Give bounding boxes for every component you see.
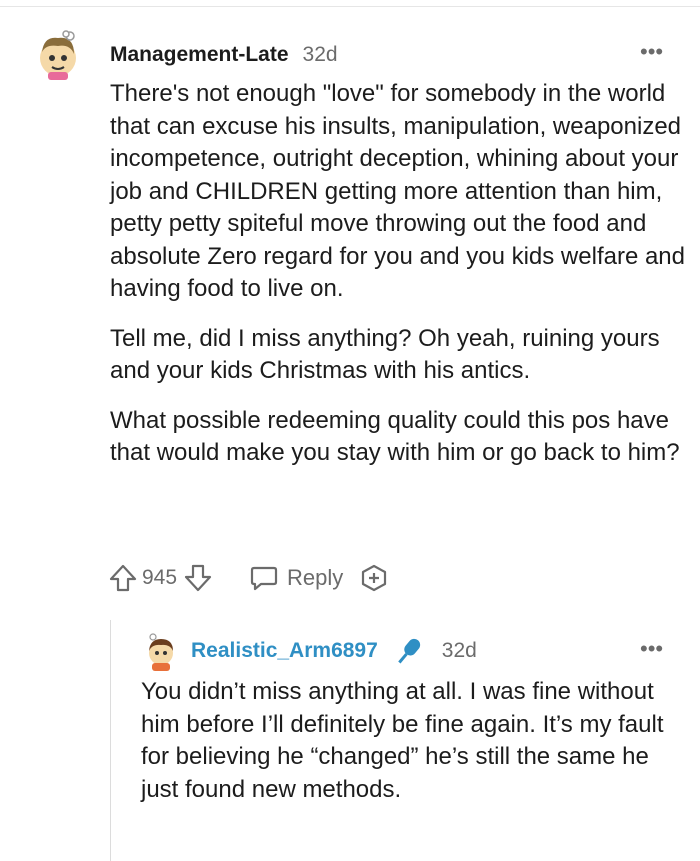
upvote-icon[interactable] <box>108 563 138 593</box>
reply-button[interactable]: Reply <box>249 564 343 592</box>
reply-label: Reply <box>287 565 344 590</box>
comment-body: There's not enough "love" for somebody i… <box>110 78 685 487</box>
timestamp: 32d <box>302 43 338 66</box>
comment-paragraph: There's not enough "love" for somebody i… <box>110 80 686 302</box>
thread-line[interactable] <box>110 620 111 861</box>
reply-icon <box>250 566 278 591</box>
timestamp: 32d <box>441 639 477 662</box>
more-icon[interactable]: ••• <box>640 638 663 660</box>
more-icon[interactable]: ••• <box>640 41 663 63</box>
vote-score: 945 <box>142 566 178 589</box>
comment-paragraph: Tell me, did I miss anything? Oh yeah, r… <box>110 324 660 385</box>
user-avatar[interactable] <box>34 28 82 80</box>
top-divider <box>0 6 700 7</box>
comment-paragraph: You didn’t miss anything at all. I was f… <box>141 678 664 803</box>
author-username[interactable]: Management-Late <box>110 43 289 67</box>
comment-body: You didn’t miss anything at all. I was f… <box>141 676 681 806</box>
microphone-icon <box>398 638 420 664</box>
downvote-icon[interactable] <box>183 563 213 593</box>
user-avatar[interactable] <box>144 633 178 671</box>
comment-actions: 945 Reply <box>108 563 389 593</box>
author-username[interactable]: Realistic_Arm6897 <box>191 639 378 663</box>
award-icon[interactable] <box>359 563 389 593</box>
comment-paragraph: What possible redeeming quality could th… <box>110 406 680 467</box>
comment-meta: Management-Late 32d <box>110 42 338 68</box>
comment-meta: Realistic_Arm6897 32d <box>191 638 477 664</box>
